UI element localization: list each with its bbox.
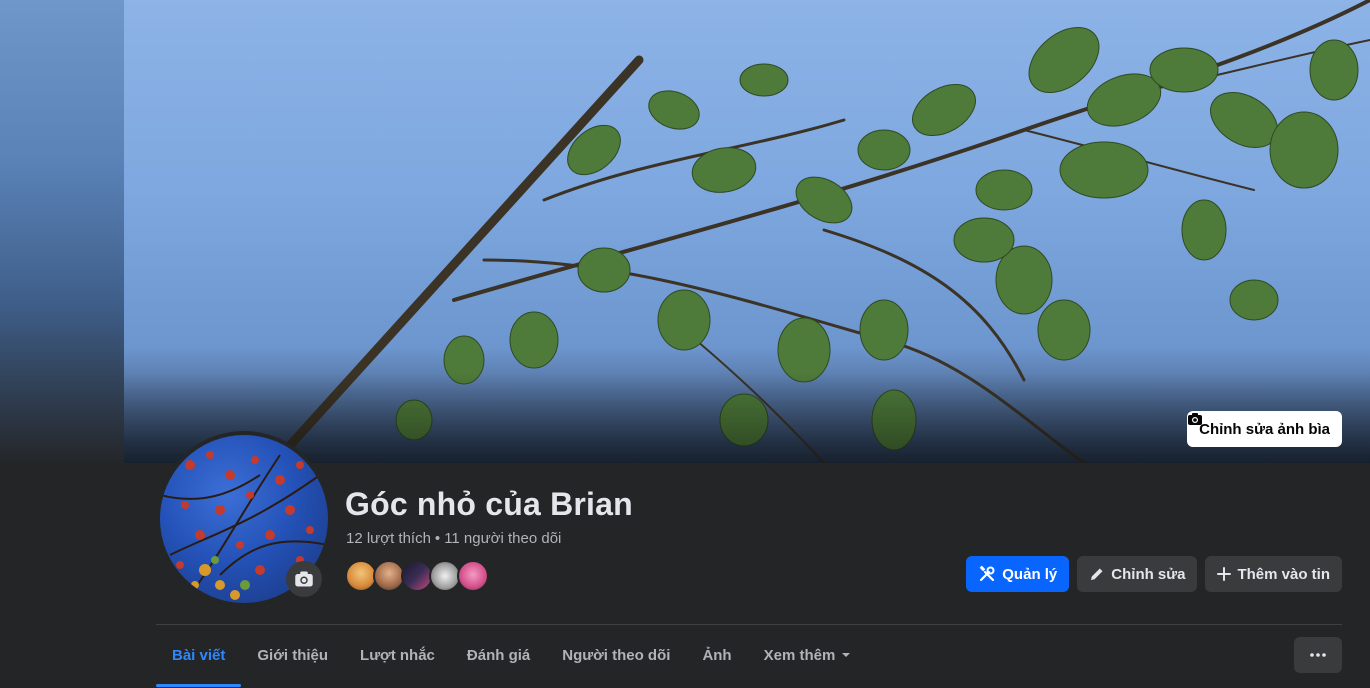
ellipsis-icon [1310,653,1326,657]
tab-posts[interactable]: Bài viết [156,626,242,687]
tab-label: Ảnh [702,646,732,664]
edit-label: Chỉnh sửa [1111,565,1186,583]
tab-label: Đánh giá [466,646,531,664]
stats-separator: • [434,530,441,547]
camera-icon [295,571,313,587]
add-to-story-button[interactable]: Thêm vào tin [1205,556,1342,592]
edit-page-button[interactable]: Chỉnh sửa [1077,556,1198,592]
page-actions: Quản lý Chỉnh sửa Thêm vào tin [966,556,1342,592]
tab-label: Người theo dõi [562,646,671,664]
more-options-button[interactable] [1294,637,1342,673]
edit-cover-photo-button[interactable]: Chỉnh sửa ảnh bìa [1187,411,1342,447]
tab-mentions[interactable]: Lượt nhắc [344,626,451,684]
edit-cover-label: Chỉnh sửa ảnh bìa [1199,420,1330,438]
background-gradient-strip [0,0,124,463]
tab-label: Bài viết [172,646,226,664]
friend-avatars [345,560,489,592]
update-profile-picture-button[interactable] [286,561,322,597]
camera-icon [1188,413,1203,425]
tab-label: Lượt nhắc [360,646,435,664]
header-divider [156,624,1342,625]
tab-photos[interactable]: Ảnh [686,626,747,684]
page-title: Góc nhỏ của Brian [345,486,633,522]
pencil-icon [1091,568,1103,580]
tab-see-more[interactable]: Xem thêm [748,626,868,684]
tab-followers[interactable]: Người theo dõi [546,626,686,684]
likes-count[interactable]: 12 lượt thích [346,530,431,547]
plus-icon [1217,567,1232,581]
manage-label: Quản lý [1002,565,1058,583]
page-stats: 12 lượt thích • 11 người theo dõi [346,530,561,547]
tab-label: Xem thêm [763,646,836,664]
manage-button[interactable]: Quản lý [966,556,1070,592]
caret-down-icon [842,653,851,657]
tab-label: Giới thiệu [257,646,329,664]
tab-reviews[interactable]: Đánh giá [451,626,546,684]
tab-about[interactable]: Giới thiệu [241,626,344,684]
profile-tabs: Bài viết Giới thiệu Lượt nhắc Đánh giá N… [156,626,868,687]
friend-avatar-5[interactable] [457,560,489,592]
add-to-story-label: Thêm vào tin [1237,565,1330,583]
followers-count[interactable]: 11 người theo dõi [444,530,561,547]
cover-photo[interactable]: Chỉnh sửa ảnh bìa [124,0,1370,463]
tools-icon [979,565,995,582]
